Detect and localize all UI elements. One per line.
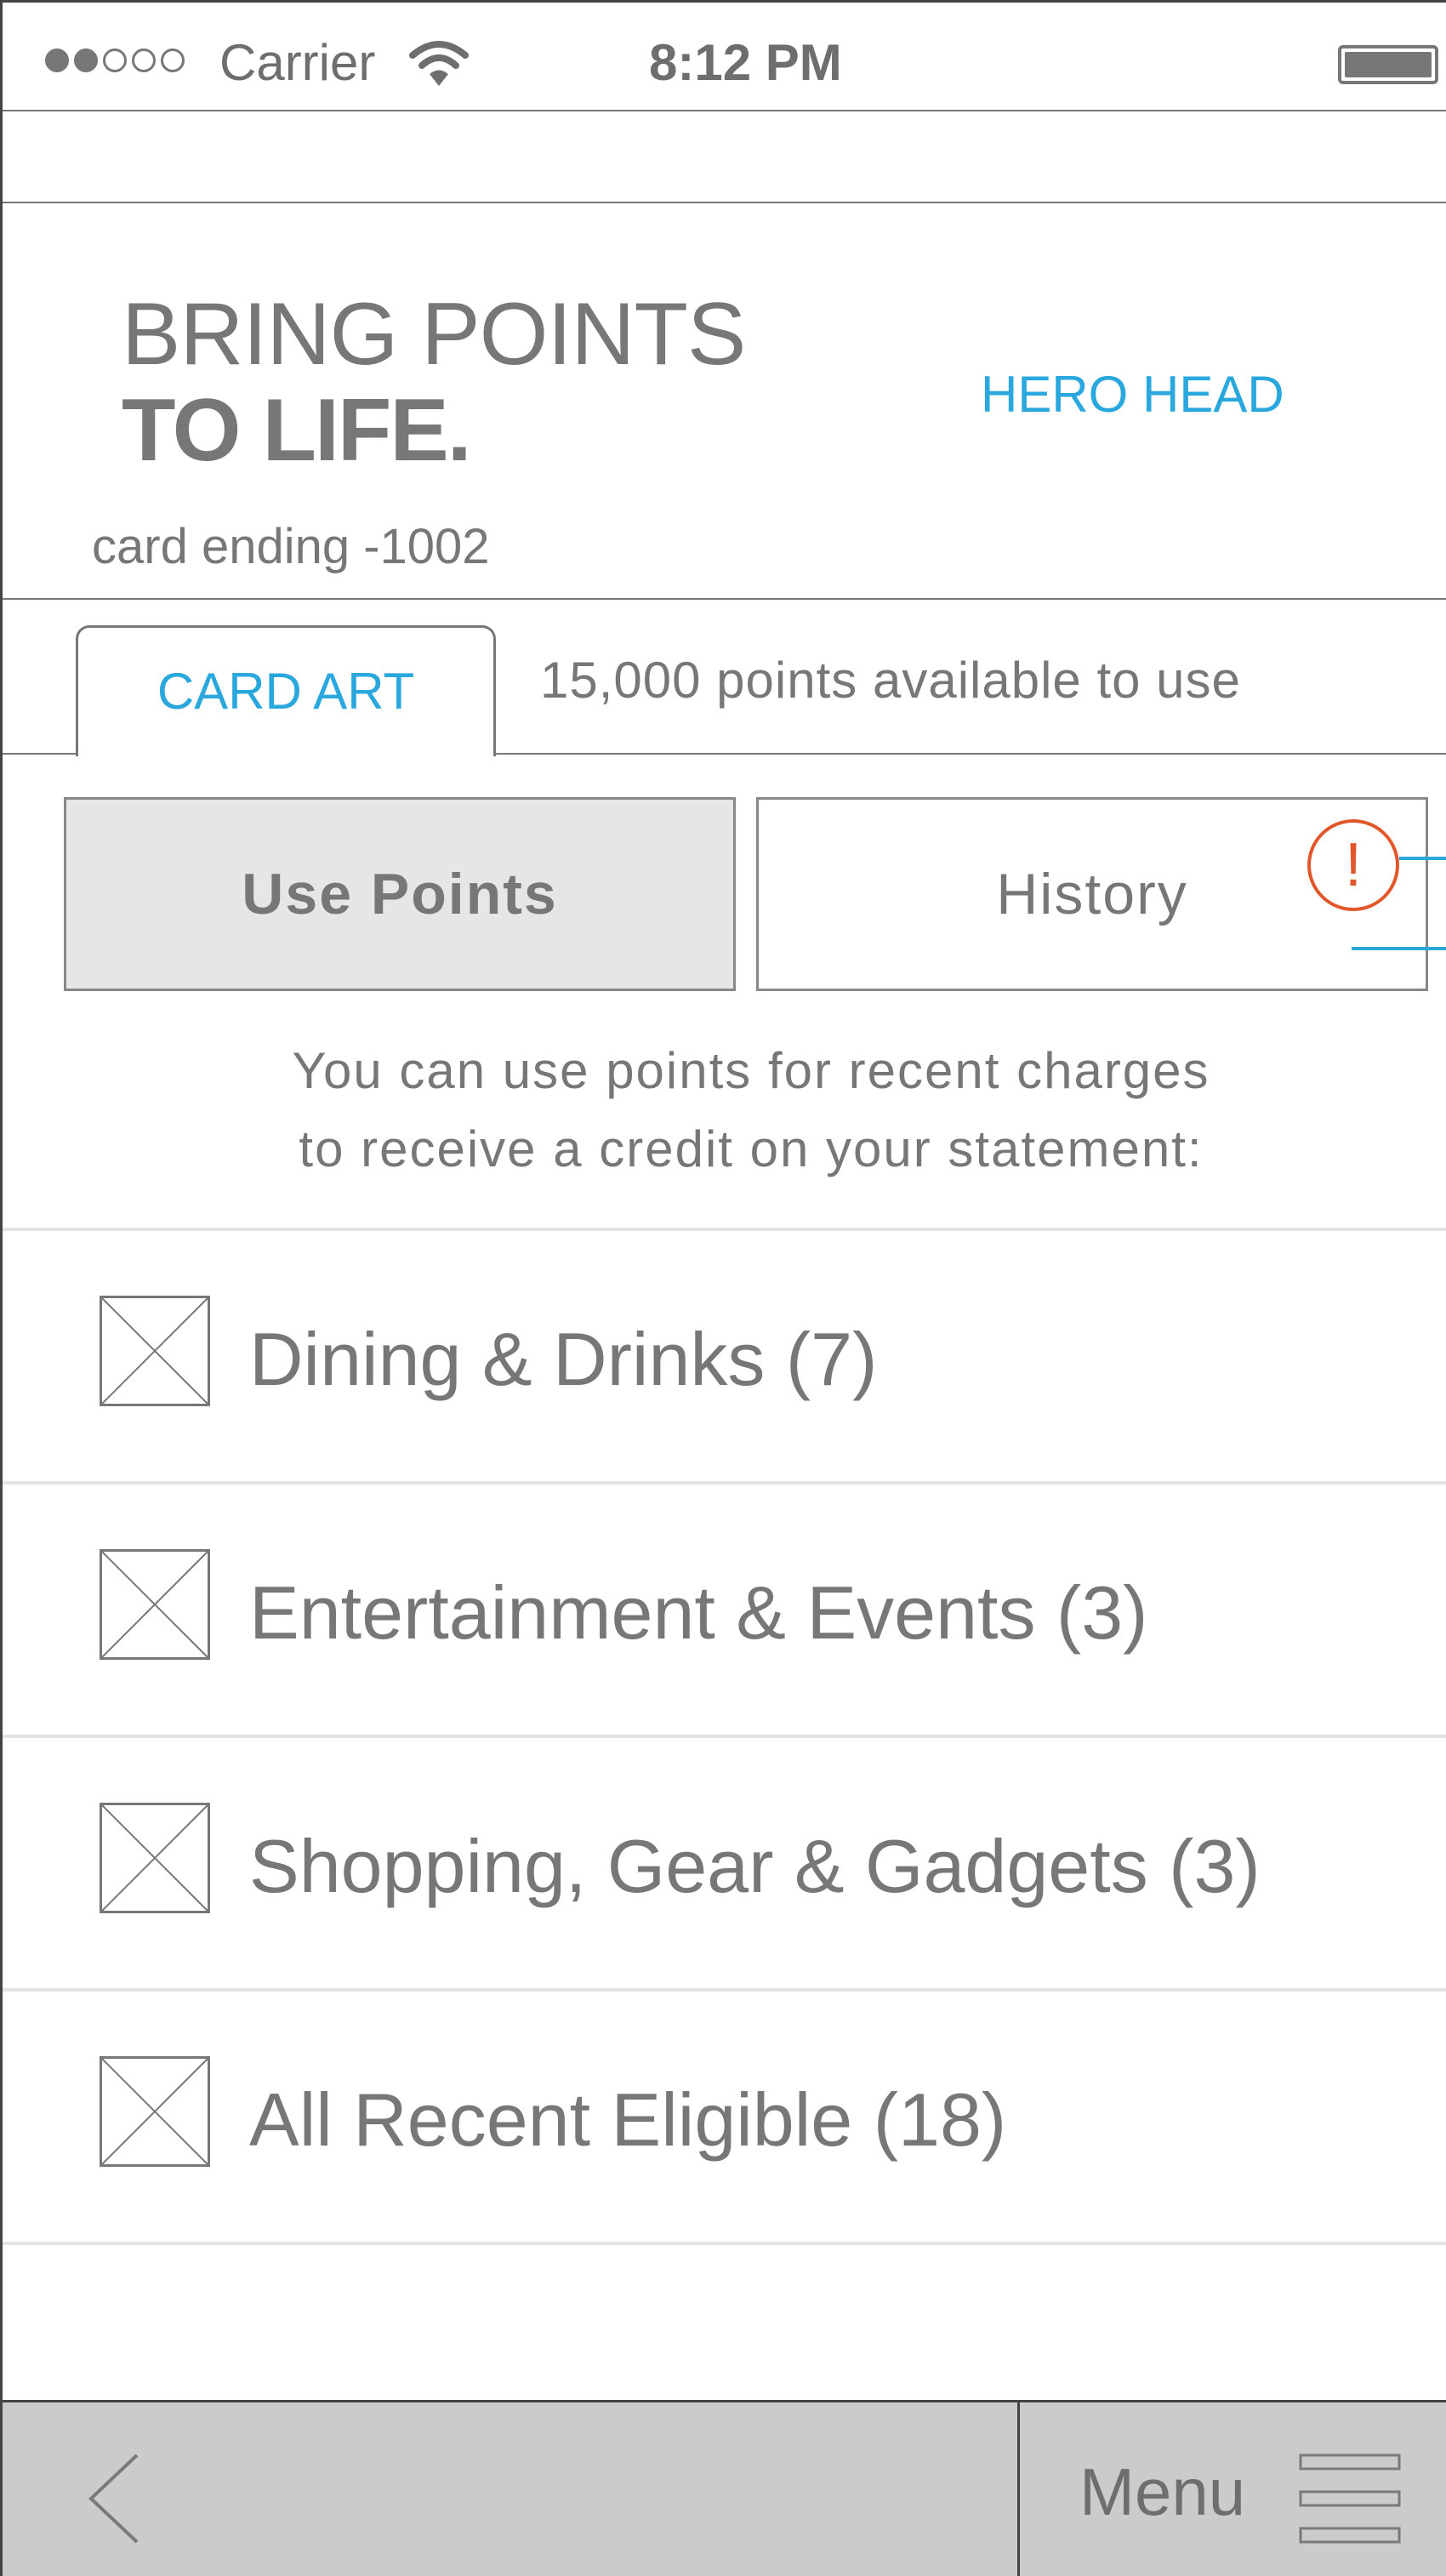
category-item-all-recent[interactable]: All Recent Eligible (18) <box>3 1992 1446 2245</box>
alert-icon[interactable]: ! <box>1307 819 1399 911</box>
signal-dot <box>161 48 185 72</box>
card-art-image: CARD ART <box>76 625 496 756</box>
hero-title-line1: BRING POINTS <box>122 285 746 384</box>
card-summary-row: CARD ART 15,000 points available to use <box>3 600 1446 756</box>
category-label: Shopping, Gear & Gadgets (3) <box>249 1824 1261 1908</box>
signal-dot <box>103 48 127 72</box>
description-line-2: to receive a credit on your statement: <box>299 1120 1204 1177</box>
menu-button[interactable]: Menu <box>1020 2402 1446 2576</box>
use-points-description: You can use points for recent charges to… <box>3 1032 1446 1188</box>
bottom-toolbar: Menu <box>3 2400 1446 2576</box>
battery-icon <box>1338 45 1438 84</box>
carrier-name: Carrier <box>219 34 376 91</box>
phone-screen: Carrier 8:12 PM BRING POINTS TO LIFE. HE… <box>0 0 1446 2576</box>
annotation-line-top <box>1399 857 1446 860</box>
card-ending-text: card ending -1002 <box>92 519 490 574</box>
wifi-icon <box>409 41 469 86</box>
image-placeholder-icon <box>100 2056 210 2167</box>
points-available-text: 15,000 points available to use <box>540 652 1241 709</box>
category-item-entertainment[interactable]: Entertainment & Events (3) <box>3 1485 1446 1738</box>
category-label: All Recent Eligible (18) <box>249 2077 1007 2162</box>
chevron-left-icon <box>88 2453 139 2544</box>
image-placeholder-icon <box>100 1803 210 1913</box>
signal-dot <box>132 48 156 72</box>
image-placeholder-icon <box>100 1296 210 1406</box>
category-item-dining[interactable]: Dining & Drinks (7) <box>3 1231 1446 1485</box>
category-item-shopping[interactable]: Shopping, Gear & Gadgets (3) <box>3 1738 1446 1992</box>
category-label: Entertainment & Events (3) <box>249 1570 1148 1655</box>
hero-head-label: HERO HEAD <box>981 366 1284 423</box>
hero-title-line2: TO LIFE. <box>122 381 472 480</box>
signal-dot <box>74 48 98 72</box>
signal-strength-icon <box>45 48 185 72</box>
annotation-line-bottom <box>1352 947 1446 950</box>
menu-label: Menu <box>1079 2454 1246 2529</box>
image-placeholder-icon <box>100 1549 210 1660</box>
status-bar: Carrier 8:12 PM <box>3 3 1446 111</box>
category-label: Dining & Drinks (7) <box>249 1317 878 1401</box>
description-line-1: You can use points for recent charges <box>292 1042 1210 1099</box>
card-art-label: CARD ART <box>157 663 415 720</box>
category-list: Dining & Drinks (7) Entertainment & Even… <box>3 1228 1446 2245</box>
hero-section: BRING POINTS TO LIFE. HERO HEAD card end… <box>3 203 1446 600</box>
status-time: 8:12 PM <box>649 34 842 91</box>
hamburger-menu-icon <box>1299 2453 1401 2544</box>
back-button[interactable] <box>3 2402 1020 2576</box>
use-points-tab[interactable]: Use Points <box>64 797 736 991</box>
navigation-bar <box>3 111 1446 203</box>
signal-dot <box>45 48 69 72</box>
